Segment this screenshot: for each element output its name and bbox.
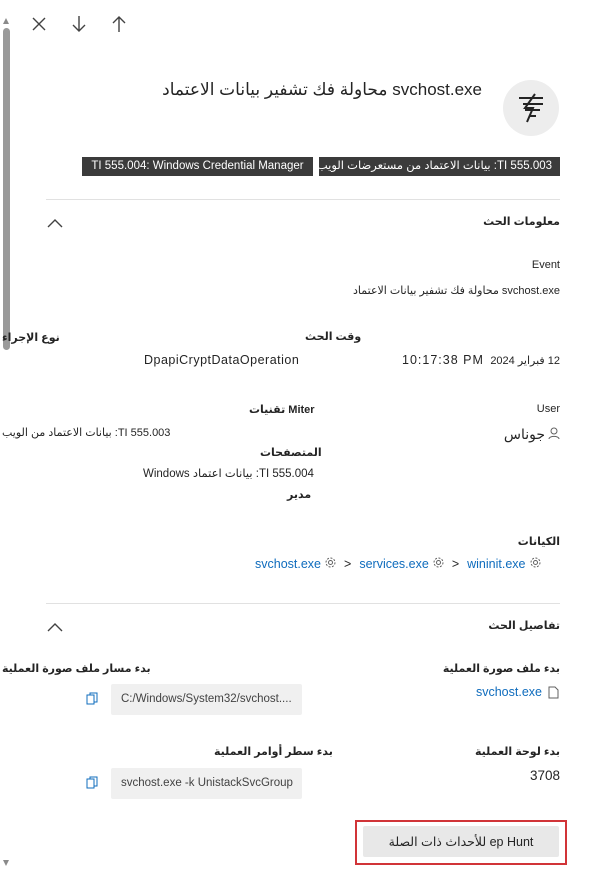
user-icon — [548, 427, 560, 445]
file-icon — [548, 686, 559, 704]
entity-link-services[interactable]: services.exe — [359, 557, 428, 571]
miter-technique-2: TI 555.004: بيانات اعتماد Windows — [143, 468, 314, 480]
copy-icon[interactable] — [86, 776, 98, 794]
event-time-label: وقت الحث — [305, 331, 362, 343]
hunt-related-events-button[interactable]: ep Hunt للأحداث ذات الصلة — [363, 826, 559, 857]
technique-tag-web-browsers: TI 555.003: بيانات الاعتماد من مستعرضات … — [317, 157, 560, 176]
scroll-thumb[interactable] — [3, 28, 10, 350]
user-value: جوناس — [503, 426, 545, 442]
section-title-hunt-details: تفاصيل الحث — [488, 620, 560, 632]
arrow-up-icon[interactable] — [109, 14, 129, 34]
section-title-hunt-info: معلومات الحث — [483, 216, 560, 228]
miter-technique-1: TI 555.003: بيانات الاعتماد من الويب — [2, 427, 171, 439]
miter-label: تقنيات Miter — [249, 404, 315, 416]
arrow-down-icon[interactable] — [69, 14, 89, 34]
event-date-value: 12 فبراير 2024 — [490, 355, 560, 367]
image-path-label: بدء مسار ملف صورة العملية — [2, 663, 151, 675]
threat-lines-icon — [503, 80, 559, 136]
divider — [46, 199, 560, 200]
pid-label: بدء لوحة العملية — [475, 746, 560, 758]
miter-technique-1-cont: المتصفحات — [260, 447, 322, 459]
event-time-value: 10:17:38 PM — [402, 353, 484, 367]
pid-value: 3708 — [529, 768, 560, 783]
cmdline-field[interactable]: svchost.exe -k UnistackSvcGroup — [111, 768, 302, 799]
technique-tag-credential-manager: TI 555.004: Windows Credential Manager — [82, 157, 313, 176]
image-file-link[interactable]: svchost.exe — [476, 685, 542, 699]
cmdline-label: بدء سطر أوامر العملية — [214, 746, 333, 758]
entity-chain: svchost.exe > services.exe > wininit.exe — [255, 557, 541, 571]
action-type-label: نوع الإجراء — [2, 332, 60, 344]
entity-separator: > — [451, 557, 460, 571]
image-path-field[interactable]: C:/Windows/System32/svchost.... — [111, 684, 302, 715]
entity-link-svchost[interactable]: svchost.exe — [255, 557, 321, 571]
entity-separator: > — [344, 557, 352, 571]
entity-link-wininit[interactable]: wininit.exe — [467, 557, 525, 571]
event-label: Event — [531, 259, 560, 271]
chevron-up-icon[interactable] — [47, 619, 63, 632]
scroll-down-arrow-icon[interactable] — [3, 860, 9, 866]
vertical-scrollbar[interactable] — [3, 18, 10, 866]
event-value: svchost.exe محاولة فك تشفير بيانات الاعت… — [353, 285, 560, 297]
gear-icon — [433, 557, 444, 571]
image-file-label: بدء ملف صورة العملية — [442, 663, 560, 675]
page-title: svchost.exe محاولة فك تشفير بيانات الاعت… — [162, 80, 482, 99]
copy-icon[interactable] — [86, 692, 98, 710]
miter-technique-2-cont: مدير — [287, 489, 312, 501]
scroll-up-arrow-icon[interactable] — [3, 18, 9, 24]
entities-label: الكيانات — [517, 536, 560, 548]
close-icon[interactable] — [29, 14, 49, 34]
gear-icon — [325, 557, 336, 571]
action-type-value: DpapiCryptDataOperation — [144, 353, 300, 367]
chevron-up-icon[interactable] — [47, 215, 63, 228]
divider — [46, 603, 560, 604]
user-label: User — [536, 403, 560, 415]
gear-icon — [530, 557, 541, 571]
